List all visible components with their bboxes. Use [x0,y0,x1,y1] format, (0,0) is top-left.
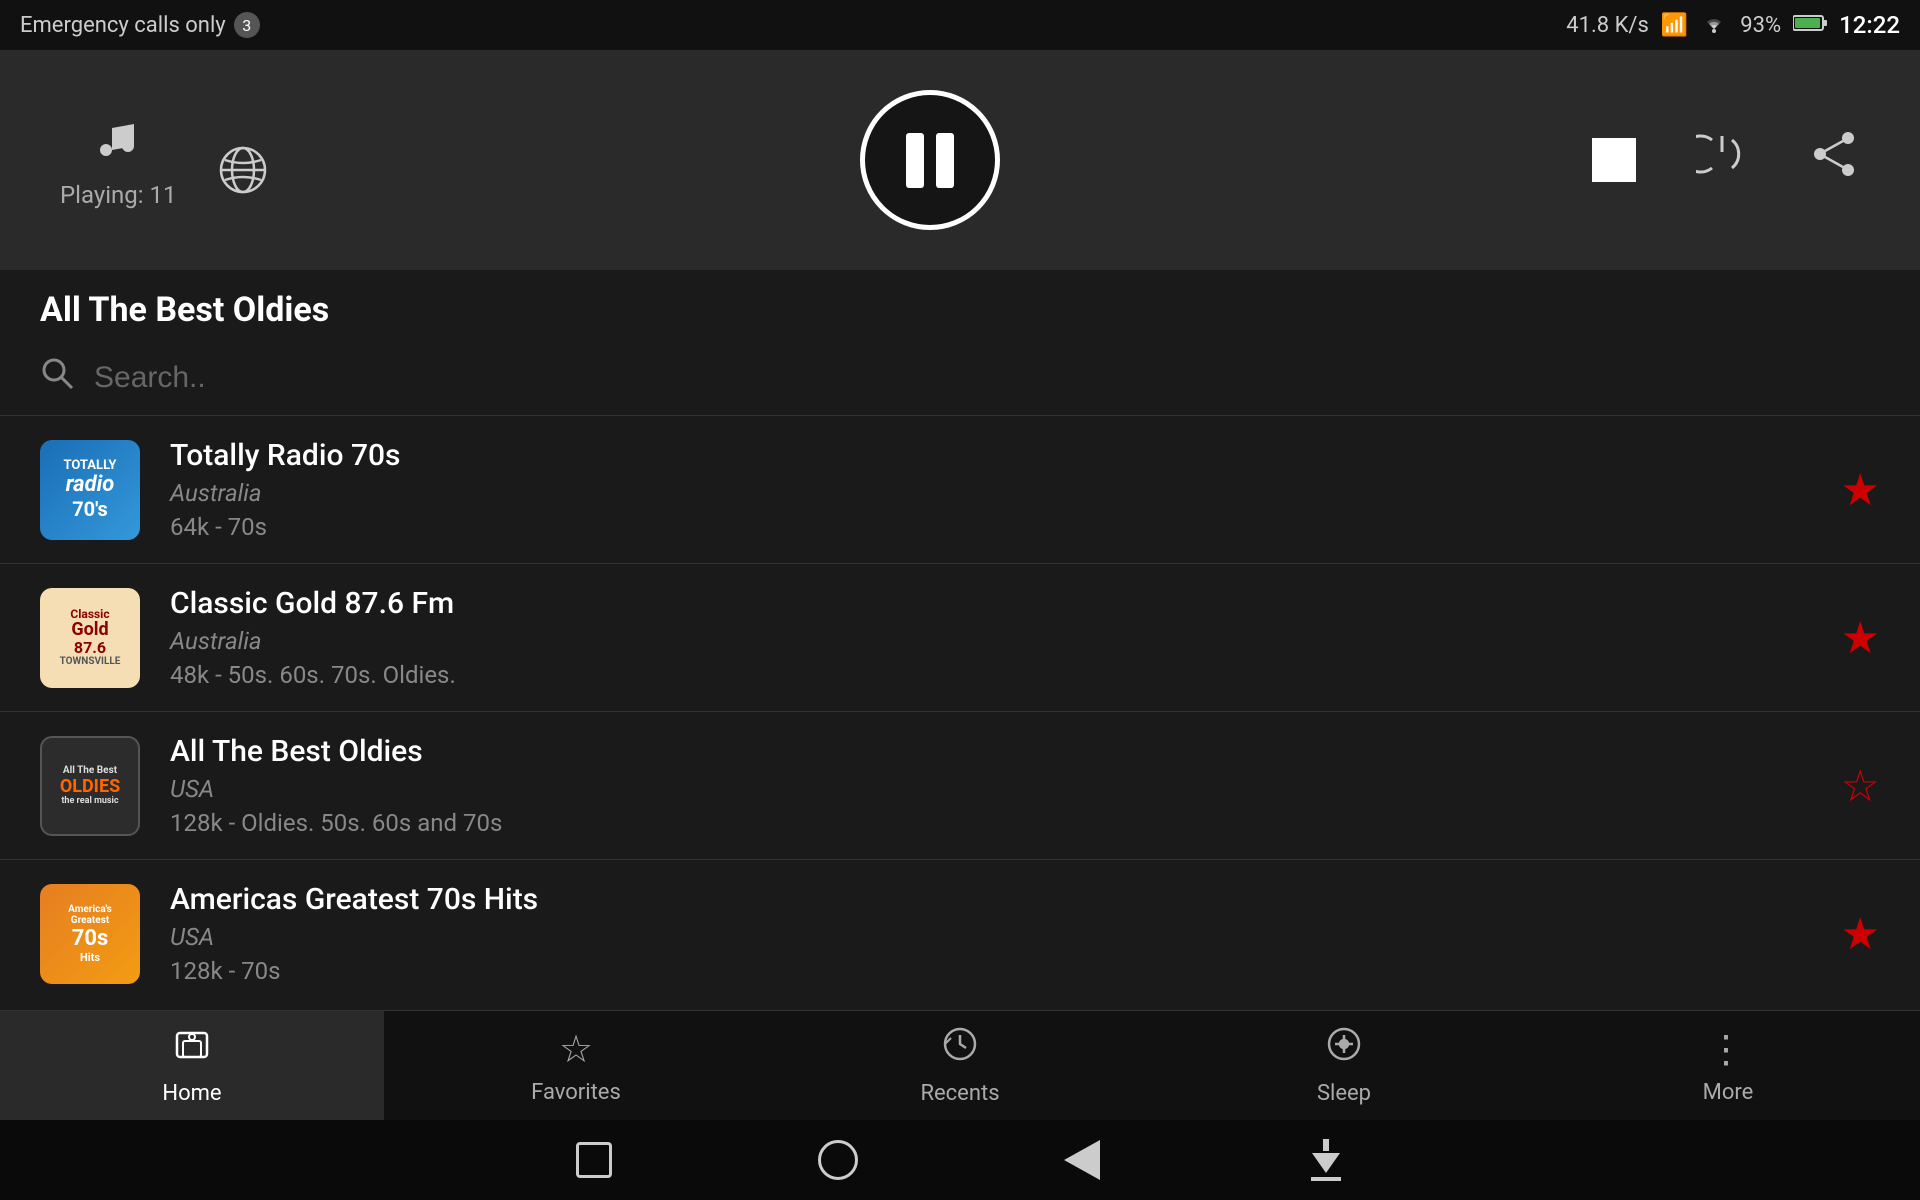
search-icon [40,356,74,399]
nav-item-favorites[interactable]: ☆ Favorites [384,1011,768,1120]
search-bar [0,340,1920,416]
status-badge: 3 [234,12,260,38]
favorite-button[interactable]: ★ [1841,908,1880,960]
station-item[interactable]: All The Best OLDIES the real music All T… [0,712,1920,860]
nav-label-sleep: Sleep [1317,1081,1371,1106]
pause-button[interactable] [860,90,1000,230]
player-left-section: Playing: 11 [60,112,269,209]
sys-back-button[interactable] [572,1138,616,1182]
station-country: USA [170,775,1811,803]
nav-label-home: Home [162,1081,221,1106]
nav-label-favorites: Favorites [531,1080,621,1105]
favorites-star-icon: ☆ [559,1027,593,1072]
bluetooth-icon: 📶 [1661,13,1688,38]
share-icon[interactable] [1808,128,1860,193]
station-item[interactable]: America'sGreatest 70s Hits Americas Grea… [0,860,1920,1006]
battery-icon [1793,13,1827,38]
station-info: Totally Radio 70s Australia 64k - 70s [170,438,1811,541]
nav-label-recents: Recents [920,1081,999,1106]
home-icon [173,1025,211,1073]
sys-download-button[interactable] [1304,1138,1348,1182]
station-logo: Classic Gold 87.6 TOWNSVILLE [40,588,140,688]
player-header: Playing: 11 [0,50,1920,270]
station-name: Americas Greatest 70s Hits [170,882,1811,917]
favorite-button[interactable]: ★ [1841,464,1880,516]
sys-back-triangle-button[interactable] [1060,1138,1104,1182]
status-right: 41.8 K/s 📶 93% 12:22 [1566,11,1900,39]
station-details: 128k - Oldies. 50s. 60s and 70s [170,809,1811,837]
nav-label-more: More [1703,1080,1754,1105]
sys-home-button[interactable] [816,1138,860,1182]
wifi-icon [1700,11,1728,39]
station-country: Australia [170,479,1811,507]
system-navigation-bar [0,1120,1920,1200]
station-country: USA [170,923,1811,951]
station-country: Australia [170,627,1811,655]
station-name: All The Best Oldies [170,734,1811,769]
station-details: 48k - 50s. 60s. 70s. Oldies. [170,661,1811,689]
music-icon[interactable] [92,112,144,177]
status-time: 12:22 [1839,11,1900,39]
network-speed: 41.8 K/s [1566,13,1649,38]
station-item[interactable]: totally radio 70's Totally Radio 70s Aus… [0,416,1920,564]
nav-item-recents[interactable]: Recents [768,1011,1152,1120]
player-right-section [1592,128,1860,193]
station-name: Totally Radio 70s [170,438,1811,473]
recents-icon [941,1025,979,1073]
emergency-text: Emergency calls only [20,13,226,38]
search-input[interactable] [94,361,1880,395]
bottom-navigation: Home ☆ Favorites Recents Sleep ⋮ More [0,1010,1920,1120]
nav-item-sleep[interactable]: Sleep [1152,1011,1536,1120]
more-icon: ⋮ [1707,1027,1749,1072]
favorite-button[interactable]: ☆ [1841,760,1880,812]
station-name: Classic Gold 87.6 Fm [170,586,1811,621]
stop-button[interactable] [1592,138,1636,182]
nav-item-home[interactable]: Home [0,1011,384,1120]
status-bar: Emergency calls only 3 41.8 K/s 📶 93% 12… [0,0,1920,50]
station-info: Americas Greatest 70s Hits USA 128k - 70… [170,882,1811,985]
playing-label: Playing: 11 [60,181,177,209]
station-item[interactable]: Classic Gold 87.6 TOWNSVILLE Classic Gol… [0,564,1920,712]
player-center [860,90,1000,230]
sleep-icon [1325,1025,1363,1073]
globe-icon[interactable] [217,144,269,209]
status-left: Emergency calls only 3 [20,12,260,38]
music-section: Playing: 11 [60,112,177,209]
station-logo: totally radio 70's [40,440,140,540]
nav-item-more[interactable]: ⋮ More [1536,1011,1920,1120]
station-logo: America'sGreatest 70s Hits [40,884,140,984]
pause-icon [906,133,954,188]
station-logo: All The Best OLDIES the real music [40,736,140,836]
battery-text: 93% [1740,13,1781,38]
station-info: Classic Gold 87.6 Fm Australia 48k - 50s… [170,586,1811,689]
power-icon[interactable] [1696,128,1748,193]
station-details: 64k - 70s [170,513,1811,541]
station-details: 128k - 70s [170,957,1811,985]
station-list: totally radio 70's Totally Radio 70s Aus… [0,416,1920,1006]
favorite-button[interactable]: ★ [1841,612,1880,664]
station-info: All The Best Oldies USA 128k - Oldies. 5… [170,734,1811,837]
current-station-title: All The Best Oldies [0,270,1920,340]
